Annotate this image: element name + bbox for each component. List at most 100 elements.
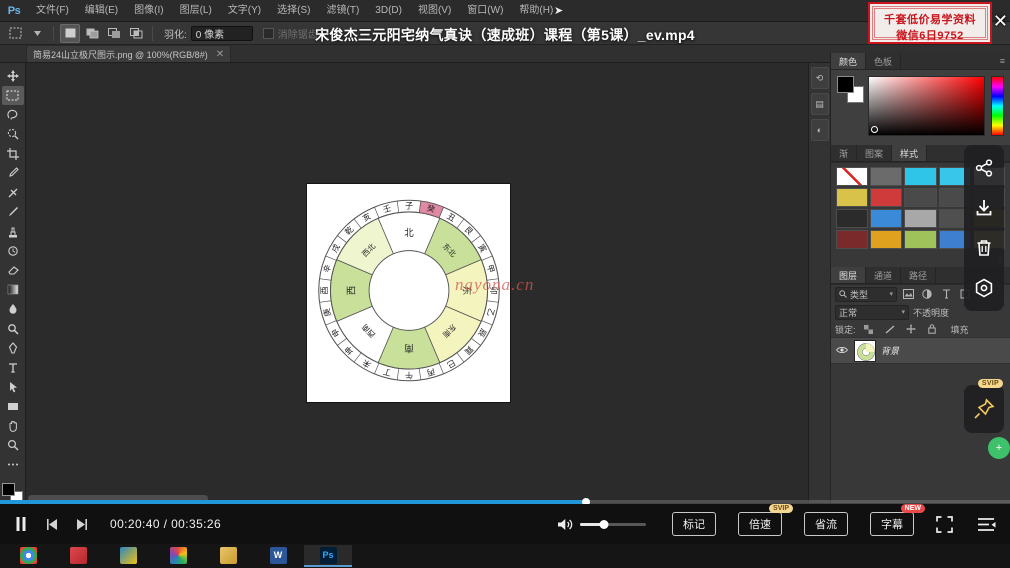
canvas-area[interactable]: 子癸丑艮寅甲卯乙辰巽巳丙午丁未坤申庚酉辛戌乾亥壬 北东北东东南南西南西西北	[26, 63, 830, 503]
tab-color[interactable]: 颜色	[831, 53, 867, 69]
document-tab[interactable]: 简易24山立极尺图示.png @ 100%(RGB/8#) ✕	[26, 45, 232, 62]
lasso-tool[interactable]	[2, 106, 24, 124]
taskbar-app4[interactable]	[154, 545, 202, 567]
menu-layer[interactable]: 图层(L)	[172, 0, 220, 22]
brush-tool[interactable]	[2, 203, 24, 221]
style-swatch[interactable]	[870, 230, 903, 249]
speed-button[interactable]: SVIP 倍速	[738, 504, 793, 536]
layer-kind-filter[interactable]: 类型 ▾	[835, 286, 897, 302]
filter-adjustment-icon[interactable]	[919, 287, 935, 302]
save-data-button[interactable]: 省流	[804, 512, 848, 536]
menu-image[interactable]: 图像(I)	[126, 0, 171, 22]
lock-position-icon[interactable]	[903, 322, 919, 337]
layer-thumbnail[interactable]	[854, 339, 876, 362]
document-tab-close-icon[interactable]: ✕	[216, 49, 224, 60]
style-swatch[interactable]	[870, 188, 903, 207]
blend-mode-select[interactable]: 正常 ▾	[835, 304, 909, 320]
properties-dock-icon[interactable]: ▤	[810, 93, 829, 115]
menu-filter[interactable]: 滤镜(T)	[319, 0, 368, 22]
zoom-tool[interactable]	[2, 436, 24, 454]
style-swatch[interactable]	[904, 188, 937, 207]
rectangular-marquee-icon[interactable]	[5, 24, 25, 43]
taskbar-chrome[interactable]	[4, 545, 52, 567]
style-swatch[interactable]	[836, 167, 869, 186]
tool-preset-chevron-icon[interactable]	[27, 24, 47, 43]
gradient-tool[interactable]	[2, 281, 24, 299]
style-swatch[interactable]	[836, 188, 869, 207]
menu-edit[interactable]: 编辑(E)	[77, 0, 126, 22]
float-green-button[interactable]: +	[988, 437, 1010, 459]
ad-banner[interactable]: 千套低价易学资料 微信6日9752	[868, 2, 992, 44]
color-picker-handle[interactable]	[871, 126, 878, 133]
hue-slider[interactable]	[991, 76, 1004, 136]
pause-button[interactable]	[14, 516, 28, 532]
tab-gradients[interactable]: 渐	[831, 145, 858, 161]
ad-close-icon[interactable]: ✕	[993, 12, 1008, 30]
rectangle-tool[interactable]	[2, 397, 24, 415]
style-swatch[interactable]	[836, 209, 869, 228]
color-field[interactable]	[868, 76, 985, 136]
tab-styles[interactable]: 样式	[892, 145, 928, 161]
menu-3d[interactable]: 3D(D)	[367, 0, 410, 22]
share-icon[interactable]	[971, 155, 997, 181]
filter-type-icon[interactable]	[938, 287, 954, 302]
artboard[interactable]: 子癸丑艮寅甲卯乙辰巽巳丙午丁未坤申庚酉辛戌乾亥壬 北东北东东南南西南西西北	[307, 184, 510, 402]
record-icon[interactable]	[971, 275, 997, 301]
taskbar-app3[interactable]	[104, 545, 152, 567]
quick-selection-tool[interactable]	[2, 125, 24, 143]
eyedropper-tool[interactable]	[2, 164, 24, 182]
history-dock-icon[interactable]: ⟲	[810, 67, 829, 89]
feather-input[interactable]: 0 像素	[190, 25, 253, 41]
subtitle-button[interactable]: NEW 字幕	[870, 504, 925, 536]
hand-tool[interactable]	[2, 417, 24, 435]
style-swatch[interactable]	[904, 230, 937, 249]
antialias-checkbox[interactable]	[262, 27, 274, 39]
playlist-icon[interactable]	[977, 517, 996, 532]
taskbar-word[interactable]: W	[254, 545, 302, 567]
color-panel-menu-icon[interactable]: ≡	[995, 53, 1010, 69]
style-swatch[interactable]	[870, 209, 903, 228]
filter-image-icon[interactable]	[900, 287, 916, 302]
style-swatch[interactable]	[836, 230, 869, 249]
edit-toolbar-button[interactable]	[2, 455, 24, 473]
menu-file[interactable]: 文件(F)	[28, 0, 77, 22]
layer-row-background[interactable]: 背景	[831, 337, 1010, 364]
tab-patterns[interactable]: 图案	[857, 145, 893, 161]
volume-icon[interactable]	[557, 517, 574, 532]
adjustments-dock-icon[interactable]: ◐	[810, 119, 829, 141]
rectangular-marquee-tool[interactable]	[1, 86, 24, 105]
color-panel-foreground-swatch[interactable]	[837, 76, 854, 93]
menu-select[interactable]: 选择(S)	[269, 0, 318, 22]
eraser-tool[interactable]	[2, 261, 24, 279]
volume-control[interactable]	[557, 517, 646, 532]
clone-stamp-tool[interactable]	[2, 222, 24, 240]
crop-tool[interactable]	[2, 145, 24, 163]
chevron-down-icon[interactable]: ▾	[901, 308, 905, 316]
intersect-selection-button[interactable]	[126, 24, 146, 43]
download-icon[interactable]	[971, 195, 997, 221]
previous-button[interactable]	[46, 518, 59, 531]
horizontal-type-tool[interactable]	[2, 358, 24, 376]
history-brush-tool[interactable]	[2, 242, 24, 260]
menu-type[interactable]: 文字(Y)	[220, 0, 269, 22]
dodge-tool[interactable]	[2, 319, 24, 337]
style-swatch[interactable]	[870, 167, 903, 186]
blur-tool[interactable]	[2, 300, 24, 318]
layer-name[interactable]: 背景	[881, 344, 899, 357]
style-swatch[interactable]	[904, 167, 937, 186]
pen-tool[interactable]	[2, 339, 24, 357]
add-to-selection-button[interactable]	[82, 24, 102, 43]
tab-paths[interactable]: 路径	[901, 267, 937, 283]
tab-swatches[interactable]: 色板	[866, 53, 902, 69]
taskbar-app2[interactable]	[54, 545, 102, 567]
trash-icon[interactable]	[971, 235, 997, 261]
tab-channels[interactable]: 通道	[866, 267, 902, 283]
volume-slider[interactable]	[580, 519, 646, 529]
volume-handle[interactable]	[599, 519, 609, 529]
pin-button[interactable]: SVIP	[964, 379, 1004, 433]
menu-view[interactable]: 视图(V)	[410, 0, 459, 22]
subtract-from-selection-button[interactable]	[104, 24, 124, 43]
taskbar-explorer[interactable]	[204, 545, 252, 567]
layer-visibility-icon[interactable]	[835, 346, 849, 356]
color-panel-swatches[interactable]	[837, 76, 864, 103]
